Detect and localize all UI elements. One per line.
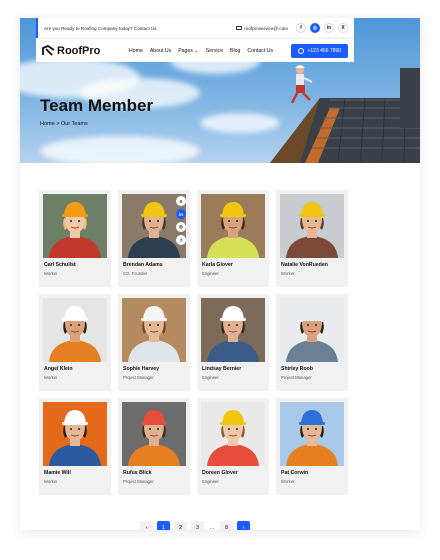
- team-member-name[interactable]: Rufus Blick: [123, 470, 152, 476]
- promo-text[interactable]: Are you Ready to Roofing Company today? …: [44, 26, 236, 31]
- team-member-name[interactable]: Karla Glover: [202, 262, 233, 268]
- team-member-role: Worker: [44, 375, 58, 380]
- team-member-photo[interactable]: [280, 298, 344, 362]
- team-member-role: Worker: [44, 271, 58, 276]
- team-member-photo[interactable]: [280, 194, 344, 258]
- pagination-next-button[interactable]: ›: [237, 521, 250, 530]
- instagram-icon[interactable]: ◎: [310, 23, 320, 33]
- pagination-page-3[interactable]: 3: [191, 521, 204, 530]
- team-member-photo[interactable]: [122, 298, 186, 362]
- breadcrumb-current: Our Teams: [60, 121, 88, 127]
- nav-item-about[interactable]: About Us: [150, 48, 171, 54]
- team-member-name[interactable]: Shirley Roob: [281, 366, 313, 372]
- team-member-photo[interactable]: [201, 402, 265, 466]
- nav-item-service[interactable]: Service: [206, 48, 223, 54]
- team-member-role: Engineer: [202, 271, 219, 276]
- team-member-name[interactable]: Carl Schulist: [44, 262, 76, 268]
- team-member-name[interactable]: Sophie Harvey: [123, 366, 159, 372]
- facebook-icon[interactable]: f: [296, 23, 306, 33]
- team-member-name[interactable]: Lindsay Bernier: [202, 366, 241, 372]
- team-card[interactable]: Natalie VonRueden Worker: [276, 190, 348, 287]
- pagination-page-last[interactable]: 8: [220, 521, 233, 530]
- team-card[interactable]: Xin ◎ f Brendan Adams CO. Founder: [118, 190, 190, 287]
- team-member-role: Project Manager: [123, 375, 154, 380]
- team-card[interactable]: Sophie Harvey Project Manager: [118, 294, 190, 391]
- mail-icon: [236, 26, 243, 30]
- team-grid: Carl Schulist Worker Xin ◎ f Brendan Adams CO.…: [39, 190, 348, 495]
- page-title: Team Member: [40, 96, 154, 115]
- team-member-photo[interactable]: [43, 194, 107, 258]
- team-card[interactable]: Pat Corwin Worker: [276, 398, 348, 495]
- phone-button[interactable]: +123 456 7890: [291, 43, 348, 58]
- logo-icon: [42, 45, 55, 56]
- pagination-ellipsis: ...: [209, 524, 215, 531]
- team-member-role: Engineer: [202, 479, 219, 484]
- logo-text: RoofPro: [57, 44, 101, 57]
- team-member-photo[interactable]: [43, 298, 107, 362]
- pagination-prev-button[interactable]: ‹: [140, 521, 153, 530]
- phone-icon: [298, 47, 305, 54]
- team-member-photo[interactable]: [122, 402, 186, 466]
- team-member-name[interactable]: Brendan Adams: [123, 262, 163, 268]
- pagination: ‹ 1 2 3 ... 8 ›: [140, 521, 250, 530]
- team-section: Carl Schulist Worker Xin ◎ f Brendan Adams CO.…: [20, 163, 420, 530]
- team-card[interactable]: Carl Schulist Worker: [39, 190, 111, 287]
- team-member-name[interactable]: Pat Corwin: [281, 470, 308, 476]
- main-navbar: RoofPro Home About Us Pages ⌄ Service Bl…: [36, 38, 354, 62]
- email-text: roofproservice@.com: [244, 25, 288, 31]
- x-icon[interactable]: X: [338, 23, 348, 33]
- roofer-photo: [270, 65, 420, 163]
- team-member-photo[interactable]: [201, 298, 265, 362]
- breadcrumb: Home > Our Teams: [40, 121, 88, 127]
- share-links: Xin ◎ f: [176, 196, 186, 245]
- nav-item-home[interactable]: Home: [129, 48, 143, 54]
- team-member-role: Worker: [281, 479, 295, 484]
- nav-menu: Home About Us Pages ⌄ Service Blog Conta…: [129, 48, 291, 54]
- email-contact[interactable]: roofproservice@.com: [236, 26, 288, 31]
- team-card[interactable]: Doreen Glover Engineer: [197, 398, 269, 495]
- logo[interactable]: RoofPro: [42, 45, 122, 57]
- x-icon[interactable]: X: [176, 196, 186, 206]
- nav-item-contact[interactable]: Contact Us: [247, 48, 273, 54]
- breadcrumb-separator: >: [56, 121, 60, 127]
- top-bar: Are you Ready to Roofing Company today? …: [36, 18, 354, 38]
- team-member-role: Worker: [44, 479, 58, 484]
- team-card[interactable]: Karla Glover Engineer: [197, 190, 269, 287]
- team-card[interactable]: Shirley Roob Project Manager: [276, 294, 348, 391]
- team-member-role: Project Manager: [123, 479, 154, 484]
- pagination-page-2[interactable]: 2: [174, 521, 187, 530]
- nav-item-pages[interactable]: Pages ⌄: [178, 48, 199, 54]
- team-member-role: CO. Founder: [123, 271, 148, 276]
- team-member-name[interactable]: Doreen Glover: [202, 470, 238, 476]
- linkedin-icon[interactable]: in: [176, 209, 186, 219]
- page-frame: Team Member Home > Our Teams Are you Rea…: [20, 18, 420, 530]
- nav-item-blog[interactable]: Blog: [230, 48, 240, 54]
- team-card[interactable]: Rufus Blick Project Manager: [118, 398, 190, 495]
- team-member-role: Project Manager: [281, 375, 312, 380]
- linkedin-icon[interactable]: in: [324, 23, 334, 33]
- chevron-down-icon: ⌄: [194, 47, 199, 54]
- team-member-role: Worker: [281, 271, 295, 276]
- team-member-name[interactable]: Mamie Will: [44, 470, 71, 476]
- breadcrumb-home-link[interactable]: Home: [40, 121, 55, 127]
- phone-number: +123 456 7890: [307, 47, 341, 54]
- team-member-photo[interactable]: [280, 402, 344, 466]
- team-card[interactable]: Mamie Will Worker: [39, 398, 111, 495]
- team-member-photo[interactable]: [201, 194, 265, 258]
- team-member-role: Engineer: [202, 375, 219, 380]
- pagination-page-1[interactable]: 1: [157, 521, 170, 530]
- instagram-icon[interactable]: ◎: [176, 222, 186, 232]
- team-member-photo[interactable]: [43, 402, 107, 466]
- team-card[interactable]: Lindsay Bernier Engineer: [197, 294, 269, 391]
- nav-item-pages-label: Pages: [178, 47, 193, 54]
- team-member-name[interactable]: Angel Klein: [44, 366, 73, 372]
- team-card[interactable]: Angel Klein Worker: [39, 294, 111, 391]
- social-links: f ◎ in X: [296, 23, 348, 33]
- facebook-icon[interactable]: f: [176, 235, 186, 245]
- team-member-name[interactable]: Natalie VonRueden: [281, 262, 328, 268]
